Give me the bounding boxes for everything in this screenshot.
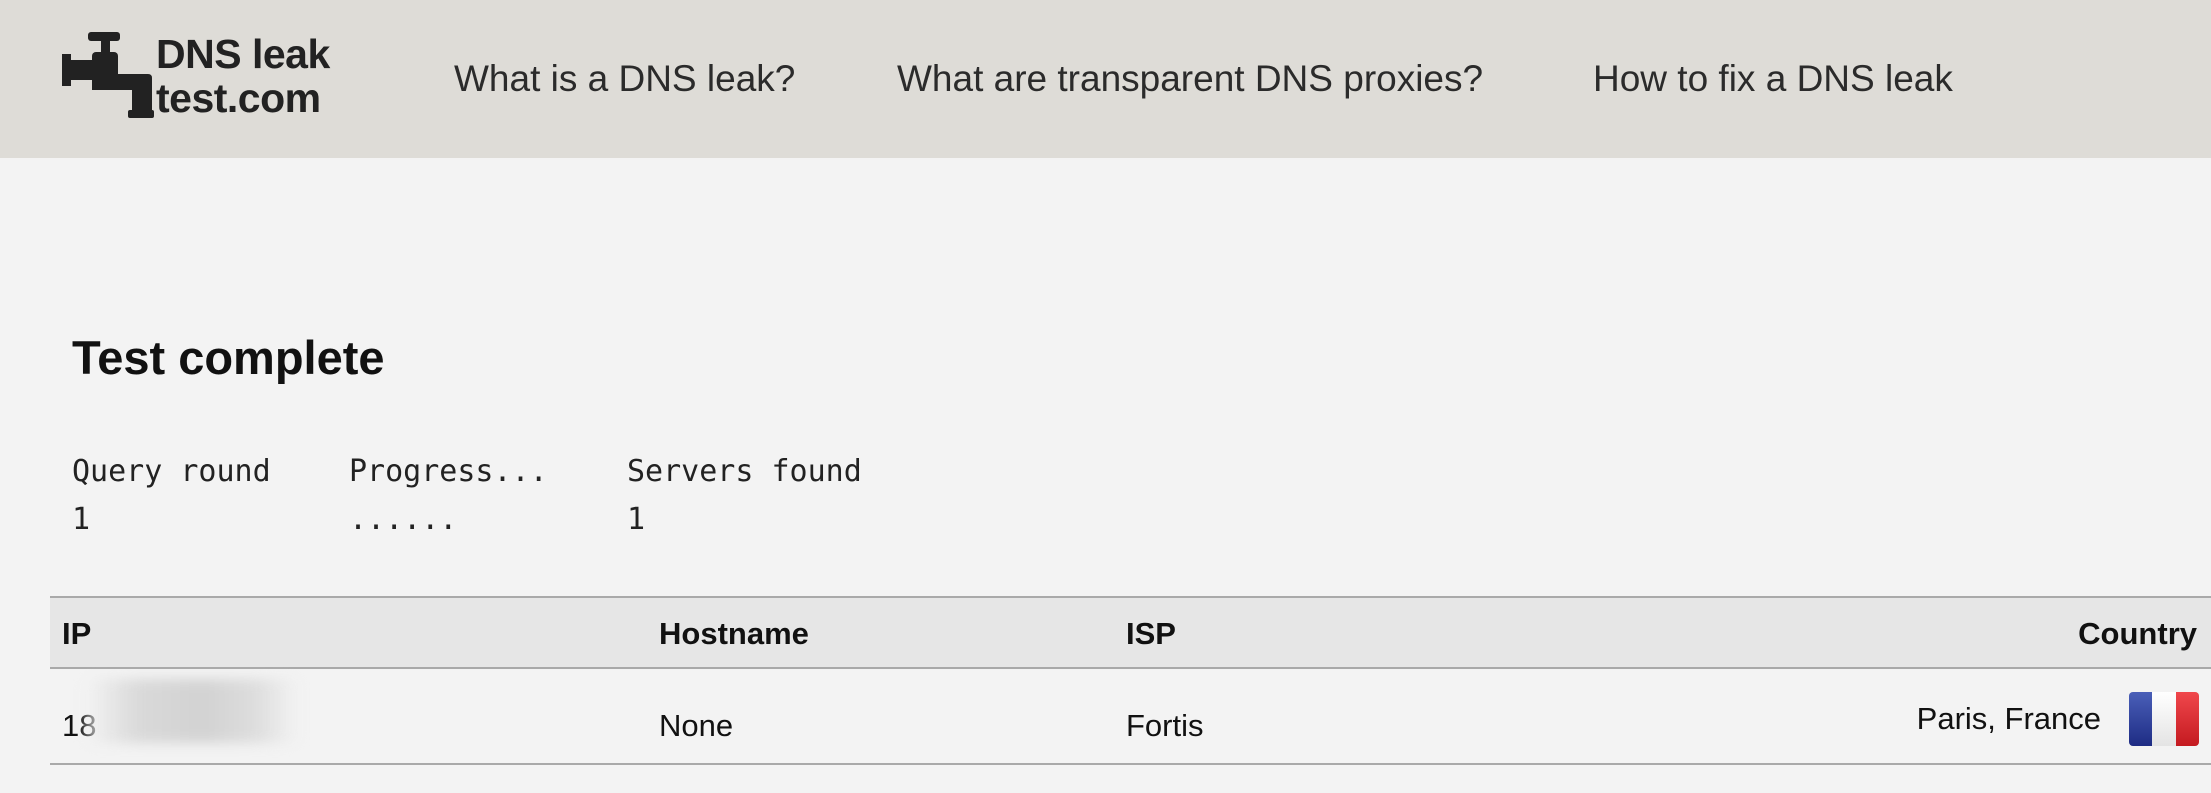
logo-line-1: DNS leak <box>156 31 330 77</box>
country-text: Paris, France <box>1916 701 2101 736</box>
column-header-hostname: Hostname <box>659 616 809 651</box>
progress-value: ...... <box>349 502 458 537</box>
table-row: 18 None Fortis Paris, France <box>50 669 2211 765</box>
isp-cell: Fortis <box>1126 708 1204 743</box>
column-header-country: Country <box>2078 616 2197 651</box>
query-round-label: Query round <box>72 454 271 489</box>
servers-found-value: 1 <box>627 502 646 537</box>
nav-link-what-is-dns-leak[interactable]: What is a DNS leak? <box>454 54 795 104</box>
table-header: IP Hostname ISP Country <box>50 596 2211 669</box>
country-cell: Paris, France <box>1917 691 2199 747</box>
nav-link-fix-dns-leak[interactable]: How to fix a DNS leak <box>1593 54 1953 104</box>
redacted-ip-blur <box>86 679 298 743</box>
logo-line-2: test.com <box>156 75 321 121</box>
column-header-isp: ISP <box>1126 616 1176 651</box>
servers-found-label: Servers found <box>627 454 862 489</box>
progress-label: Progress... <box>349 454 548 489</box>
france-flag-icon <box>2129 692 2199 746</box>
column-header-ip: IP <box>62 616 92 651</box>
faucet-icon <box>62 32 154 118</box>
page-title: Test complete <box>72 331 385 384</box>
hostname-cell: None <box>659 708 734 743</box>
query-round-value: 1 <box>72 502 91 537</box>
logo-text: DNS leak test.com <box>156 32 366 120</box>
site-logo[interactable]: DNS leak test.com <box>62 30 362 126</box>
nav-link-transparent-dns-proxies[interactable]: What are transparent DNS proxies? <box>897 54 1483 104</box>
site-header: DNS leak test.com What is a DNS leak? Wh… <box>0 0 2211 158</box>
results-table: IP Hostname ISP Country 18 None Fortis P… <box>50 596 2211 765</box>
